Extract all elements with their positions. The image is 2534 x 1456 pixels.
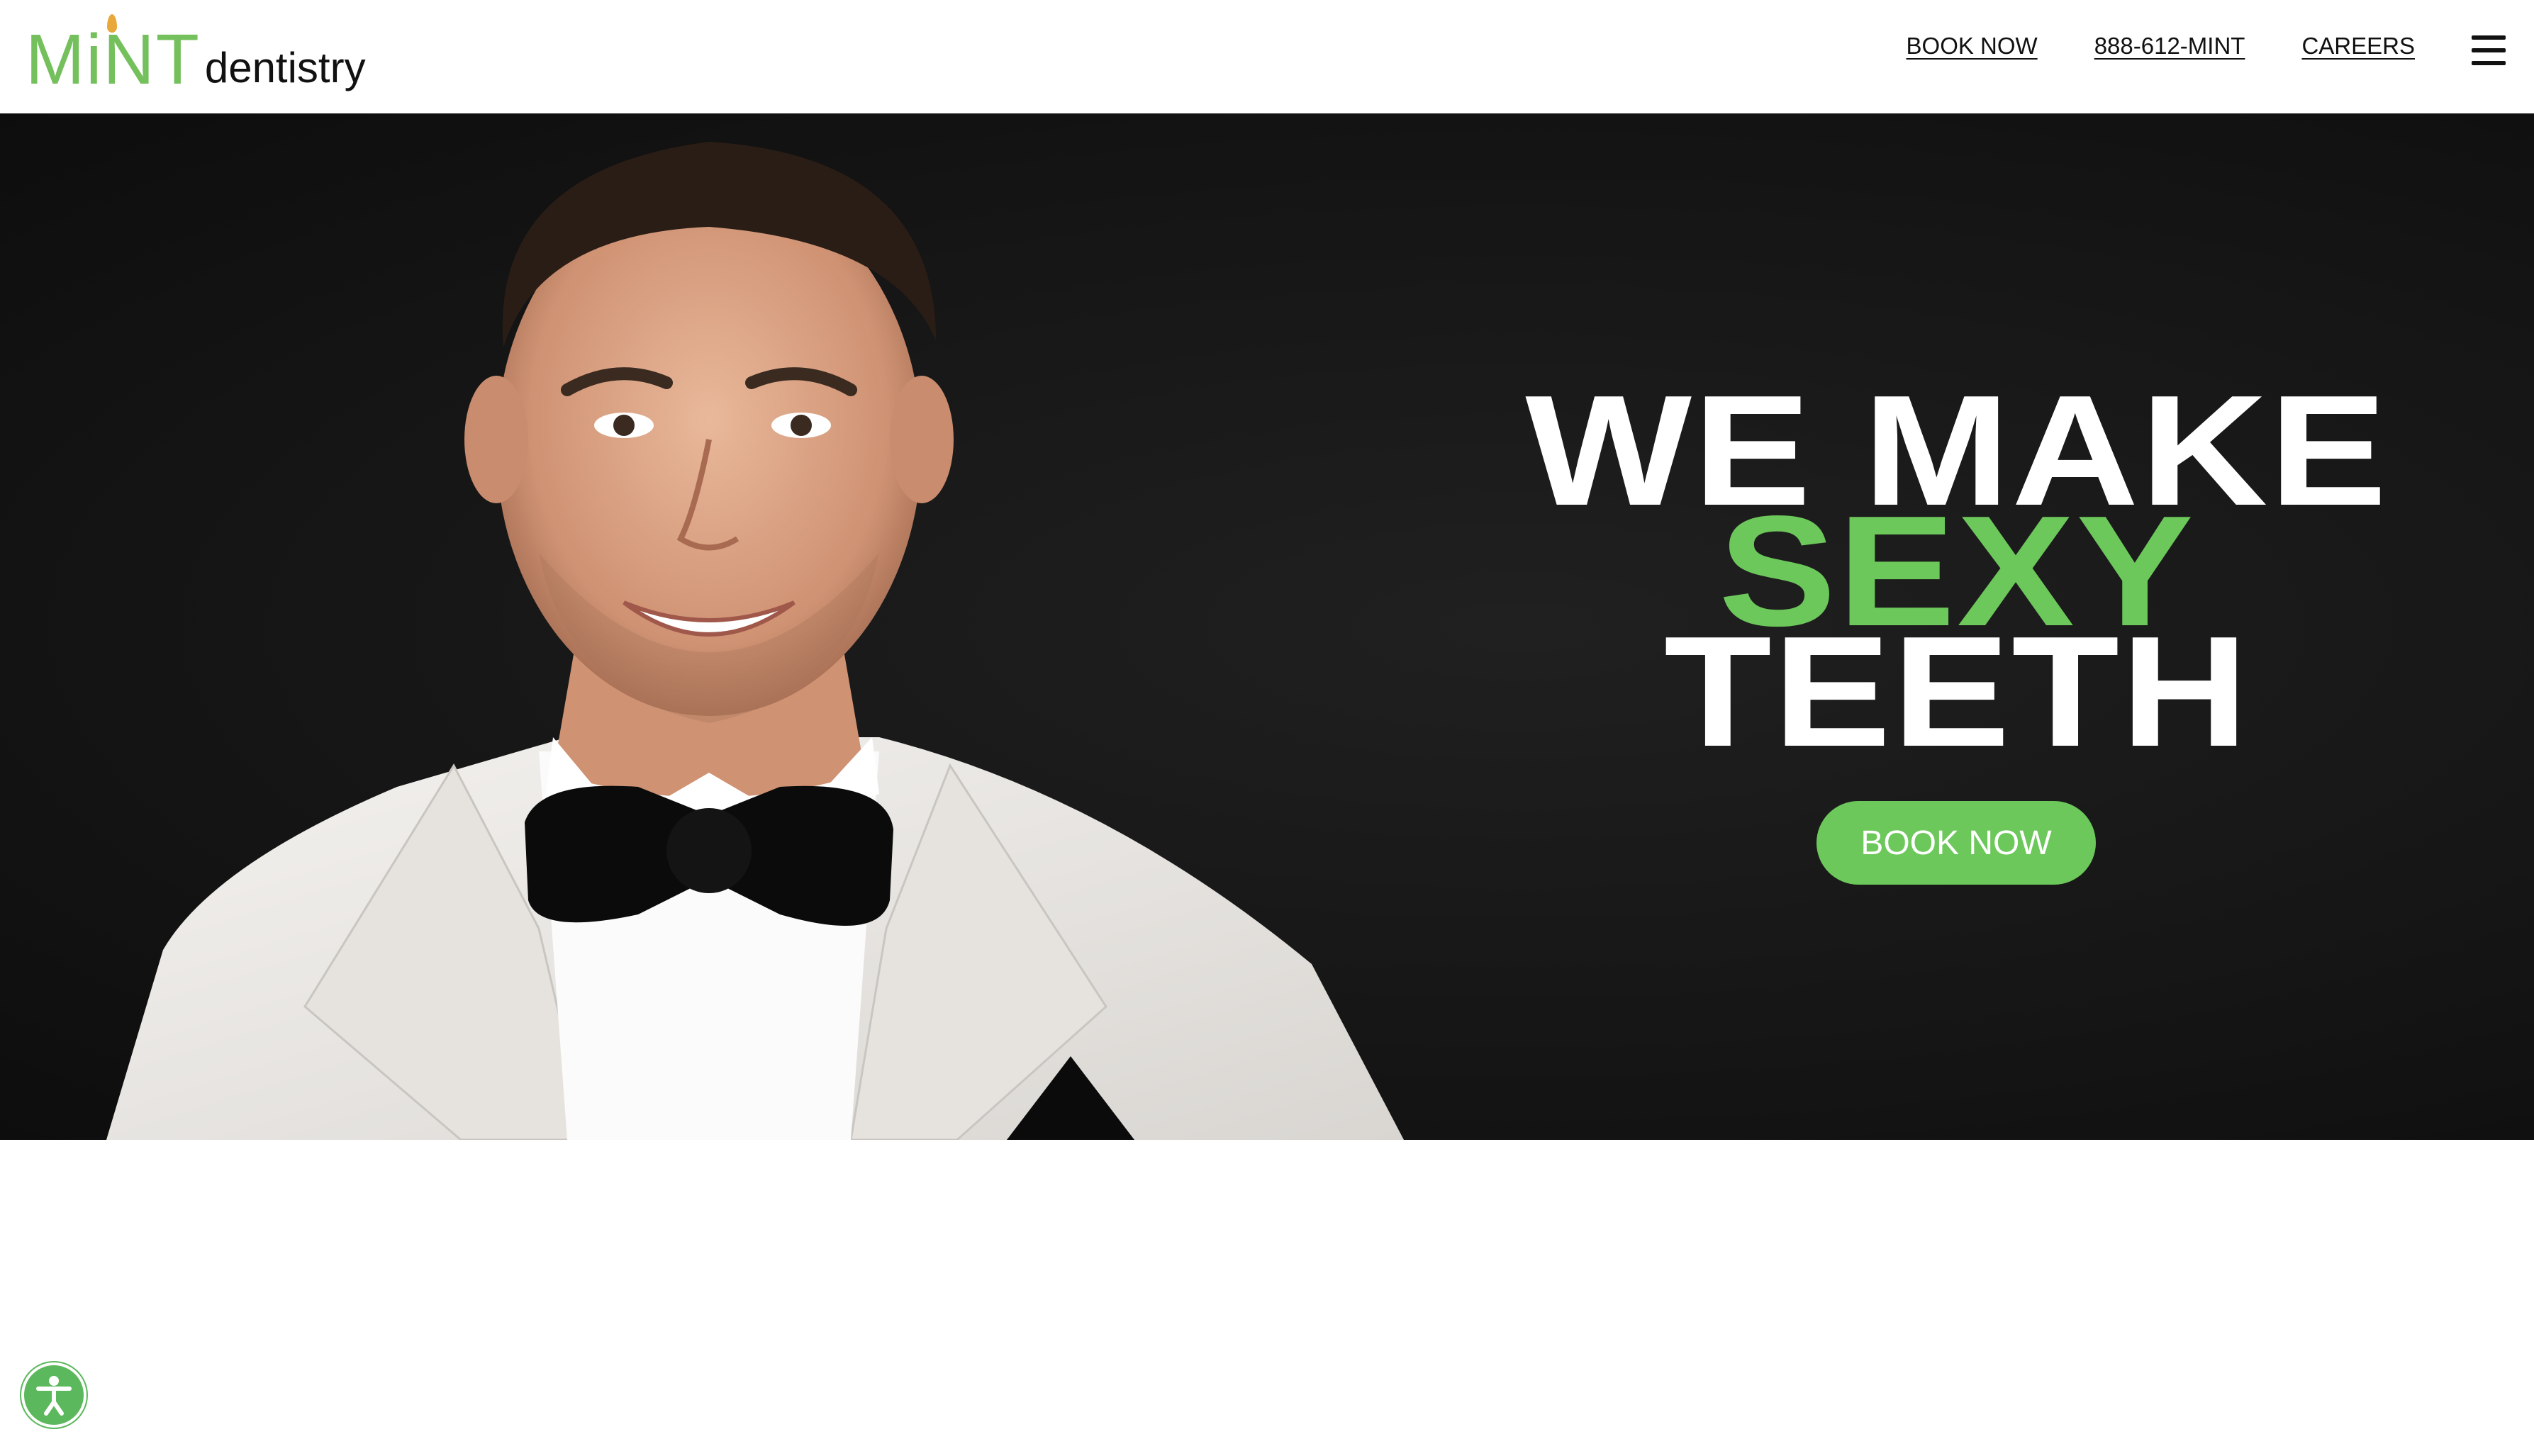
hero-banner: WE MAKE SEXY TEETH BOOK NOW	[0, 113, 2534, 1140]
top-nav: BOOK NOW 888-612-MINT CAREERS	[1907, 33, 2415, 60]
hamburger-bar	[2472, 35, 2506, 40]
logo-brand-text: MiNT	[26, 20, 201, 99]
hamburger-bar	[2472, 48, 2506, 52]
hamburger-menu-icon[interactable]	[2472, 35, 2506, 65]
accessibility-person-icon	[36, 1376, 72, 1416]
mint-dentistry-logo[interactable]: MiNT dentistry	[26, 14, 366, 99]
hero-portrait-image	[106, 142, 1404, 1140]
hero-headline: WE MAKE SEXY TEETH	[1418, 372, 2496, 771]
logo-leaf-icon	[107, 14, 117, 33]
nav-phone-link[interactable]: 888-612-MINT	[2094, 33, 2245, 60]
site-header: MiNT dentistry BOOK NOW 888-612-MINT CAR…	[0, 0, 2534, 113]
nav-book-now-link[interactable]: BOOK NOW	[1907, 33, 2038, 60]
accessibility-widget-button[interactable]	[21, 1362, 86, 1428]
nav-careers-link[interactable]: CAREERS	[2301, 33, 2415, 60]
hero-book-now-button[interactable]: BOOK NOW	[1816, 801, 2096, 885]
logo-sub-text: dentistry	[204, 44, 366, 91]
headline-line-3: TEETH	[1663, 604, 2250, 780]
hamburger-bar	[2472, 61, 2506, 65]
